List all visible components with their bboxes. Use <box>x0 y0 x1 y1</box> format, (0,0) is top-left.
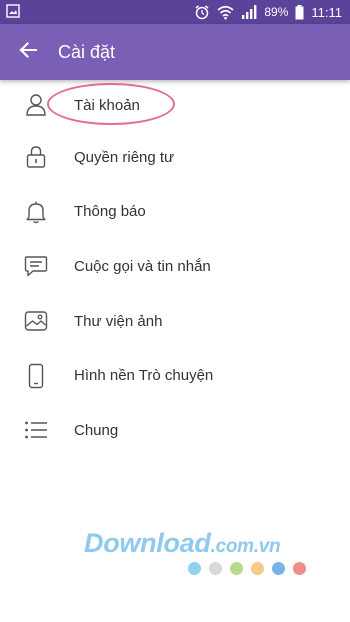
app-bar: Cài đặt <box>0 24 350 80</box>
settings-item-gallery[interactable]: Thư viện ảnh <box>0 294 350 349</box>
phone-icon <box>28 363 44 389</box>
bell-icon <box>25 200 47 224</box>
settings-item-general[interactable]: Chung <box>0 403 350 458</box>
watermark-dot <box>251 562 264 575</box>
signal-icon <box>241 5 257 19</box>
battery-icon <box>295 4 304 20</box>
watermark-dot <box>230 562 243 575</box>
watermark-dot <box>209 562 222 575</box>
settings-item-label: Chung <box>74 421 119 439</box>
chat-icon <box>24 254 48 278</box>
gallery-notification-icon <box>6 3 20 21</box>
settings-item-label: Thư viện ảnh <box>74 312 163 330</box>
status-bar: 89% 11:11 <box>0 0 350 24</box>
lock-icon <box>26 145 46 169</box>
battery-percentage: 89% <box>264 5 289 19</box>
settings-item-wallpaper[interactable]: Hình nền Trò chuyện <box>0 348 350 403</box>
watermark-logo: Download.com.vn <box>84 528 281 559</box>
watermark-suffix: .com.vn <box>210 536 281 557</box>
settings-item-account[interactable]: Tài khoản <box>0 80 350 130</box>
wifi-icon <box>217 5 234 20</box>
list-icon <box>24 420 48 440</box>
settings-item-label: Tài khoản <box>74 96 140 114</box>
watermark-dot <box>293 562 306 575</box>
watermark: Download.com.vn <box>84 528 324 588</box>
settings-item-label: Quyền riêng tư <box>74 148 175 166</box>
page-title: Cài đặt <box>58 41 116 62</box>
settings-item-privacy[interactable]: Quyền riêng tư <box>0 130 350 185</box>
watermark-dots <box>188 562 306 575</box>
user-icon <box>25 93 47 117</box>
settings-item-label: Thông báo <box>74 203 146 221</box>
settings-item-calls-messages[interactable]: Cuộc gọi và tin nhắn <box>0 239 350 294</box>
settings-list: Tài khoản Quyền riêng tư Thông báo Cuộc … <box>0 80 350 458</box>
arrow-back-icon <box>19 41 38 64</box>
settings-item-label: Cuộc gọi và tin nhắn <box>74 257 211 275</box>
watermark-dot <box>188 562 201 575</box>
alarm-icon <box>194 4 210 20</box>
settings-item-label: Hình nền Trò chuyện <box>74 367 214 385</box>
settings-item-notifications[interactable]: Thông báo <box>0 185 350 240</box>
gallery-icon <box>24 310 48 332</box>
clock: 11:11 <box>311 4 342 20</box>
watermark-brand: Download <box>84 528 211 558</box>
back-button[interactable] <box>0 24 56 80</box>
watermark-dot <box>272 562 285 575</box>
